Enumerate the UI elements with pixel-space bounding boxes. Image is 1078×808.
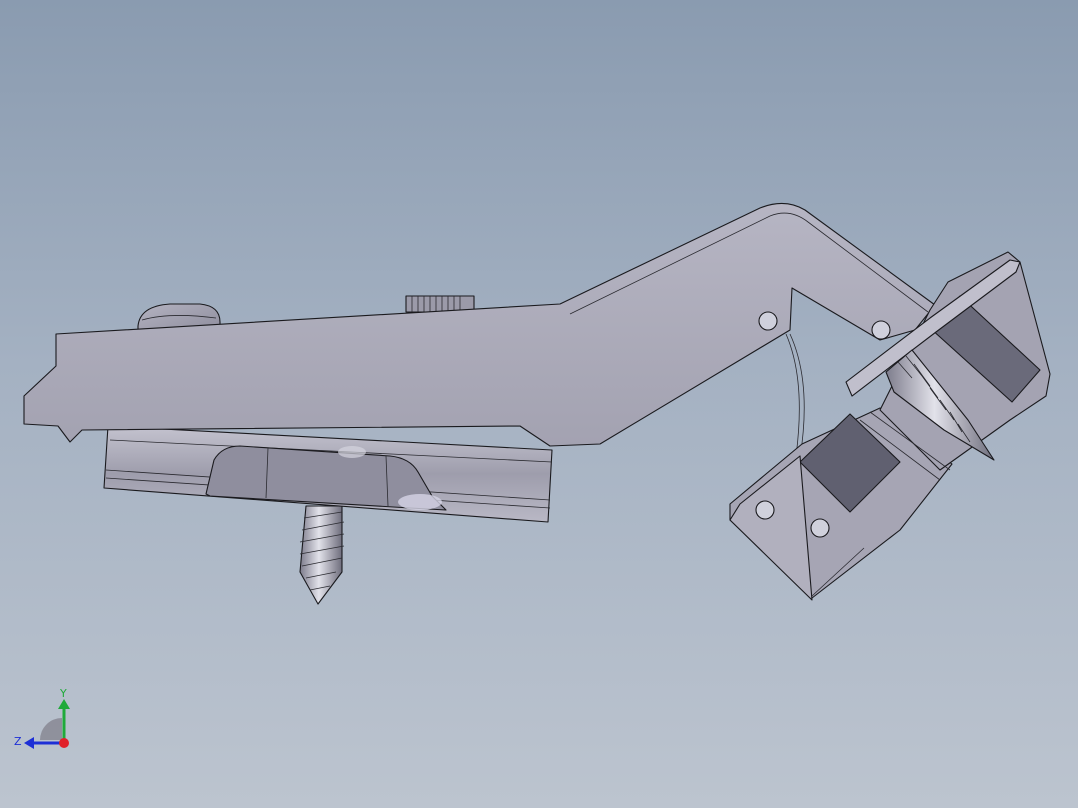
y-axis-head <box>58 699 70 709</box>
mounting-screw-bottom <box>299 505 345 605</box>
y-axis-label: Y <box>59 687 67 700</box>
hinge-model[interactable] <box>0 0 1078 808</box>
cad-viewport[interactable]: Y Z <box>0 0 1078 808</box>
z-axis-head <box>24 737 34 749</box>
hinge-arm <box>23 202 936 459</box>
z-axis-label: Z <box>14 735 22 748</box>
triad-arc <box>40 718 62 740</box>
coordinate-triad: Y Z <box>14 687 70 749</box>
x-axis-dot <box>59 738 69 748</box>
